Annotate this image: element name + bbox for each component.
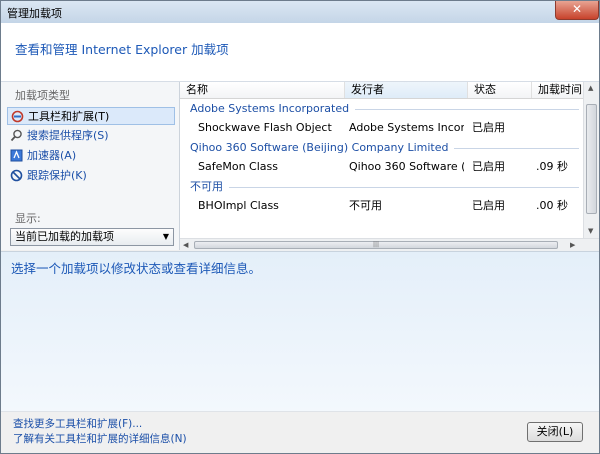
title-bar: 管理加载项 ✕ (1, 1, 599, 23)
addon-name: Shockwave Flash Object (198, 121, 332, 134)
addon-name: BHOImpl Class (198, 199, 279, 212)
table-row[interactable]: BHOImpl Class 不可用 已启用 .00 秒 (180, 197, 583, 215)
accelerator-icon (10, 149, 23, 162)
table-row[interactable]: Shockwave Flash Object Adobe Systems Inc… (180, 119, 583, 137)
addon-type-tracking-protection-label: 跟踪保护(K) (27, 169, 87, 182)
group-header: Adobe Systems Incorporated (180, 101, 583, 116)
manage-addons-window: 管理加载项 ✕ 查看和管理 Internet Explorer 加载项 加载项类… (0, 0, 600, 454)
table-row[interactable]: SafeMon Class Qihoo 360 Software (... 已启… (180, 158, 583, 176)
group-header-label: Adobe Systems Incorporated (190, 101, 356, 116)
addon-status: 已启用 (472, 121, 505, 134)
sort-ascending-icon: ⌃ (402, 82, 409, 88)
horizontal-scroll-thumb[interactable]: ||| (194, 241, 558, 249)
addon-publisher: 不可用 (349, 199, 382, 212)
addon-load-time: .09 秒 (536, 160, 568, 173)
find-more-toolbars-link[interactable]: 查找更多工具栏和扩展(F)... (13, 416, 142, 431)
addon-type-search[interactable]: 搜索提供程序(S) (7, 127, 175, 145)
column-header-load-time[interactable]: 加载时间 (532, 82, 583, 98)
column-header-status[interactable]: 状态 (468, 82, 532, 98)
scroll-right-icon[interactable]: ▶ (570, 241, 575, 249)
show-label: 显示: (15, 212, 41, 225)
list-vertical-scrollbar[interactable]: ▲ ▼ (583, 82, 599, 238)
details-pane: 选择一个加载项以修改状态或查看详细信息。 (1, 251, 599, 412)
addon-type-label: 加载项类型 (15, 89, 70, 102)
details-hint-text: 选择一个加载项以修改状态或查看详细信息。 (11, 261, 262, 276)
addons-list: 名称 发行者 状态 加载时间 ⌃ Adobe Systems Incorpora… (180, 82, 583, 238)
addon-type-pane: 加载项类型 工具栏和扩展(T) 搜索提供程序(S) 加速器(A) 跟踪保护(K) (1, 82, 180, 250)
window-close-button[interactable]: ✕ (555, 1, 599, 20)
scroll-left-icon[interactable]: ◀ (183, 241, 188, 249)
addon-type-accelerators[interactable]: 加速器(A) (7, 147, 175, 165)
group-divider (190, 187, 579, 188)
header-panel: 查看和管理 Internet Explorer 加载项 (1, 23, 599, 82)
group-header: Qihoo 360 Software (Beijing) Company Lim… (180, 140, 583, 155)
addon-status: 已启用 (472, 160, 505, 173)
addon-type-search-label: 搜索提供程序(S) (27, 129, 109, 142)
close-icon: ✕ (571, 2, 583, 16)
group-header-label: Qihoo 360 Software (Beijing) Company Lim… (190, 140, 455, 155)
footer-bar: 查找更多工具栏和扩展(F)... 了解有关工具栏和扩展的详细信息(N) 关闭(L… (1, 411, 599, 453)
addon-type-toolbars[interactable]: 工具栏和扩展(T) (7, 107, 175, 125)
addon-publisher: Qihoo 360 Software (... (349, 160, 464, 173)
scroll-down-icon[interactable]: ▼ (588, 227, 593, 235)
addon-type-toolbars-label: 工具栏和扩展(T) (28, 110, 110, 123)
list-horizontal-scrollbar[interactable]: ◀ ||| ▶ (180, 238, 599, 251)
addon-type-tracking-protection[interactable]: 跟踪保护(K) (7, 167, 175, 185)
vertical-scroll-thumb[interactable] (586, 104, 597, 214)
close-button[interactable]: 关闭(L) (527, 422, 583, 442)
learn-more-toolbars-link[interactable]: 了解有关工具栏和扩展的详细信息(N) (13, 431, 187, 446)
show-dropdown-value: 当前已加载的加载项 (15, 230, 114, 243)
addon-type-accelerators-label: 加速器(A) (27, 149, 77, 162)
column-header-row: 名称 发行者 状态 加载时间 ⌃ (180, 82, 583, 99)
chevron-down-icon: ▼ (162, 232, 169, 241)
addon-name: SafeMon Class (198, 160, 278, 173)
header-title: 查看和管理 Internet Explorer 加载项 (15, 42, 229, 57)
addon-load-time: .00 秒 (536, 199, 568, 212)
toolbar-extension-icon (11, 110, 24, 123)
addon-status: 已启用 (472, 199, 505, 212)
column-header-name[interactable]: 名称 (180, 82, 345, 98)
tracking-protection-icon (10, 169, 23, 182)
group-header-label: 不可用 (190, 179, 229, 194)
group-header: 不可用 (180, 179, 583, 194)
search-icon (10, 129, 23, 142)
scroll-up-icon[interactable]: ▲ (588, 84, 593, 92)
window-title: 管理加载项 (7, 7, 62, 20)
addon-publisher: Adobe Systems Incor... (349, 121, 464, 134)
show-dropdown[interactable]: 当前已加载的加载项 ▼ (10, 228, 174, 246)
